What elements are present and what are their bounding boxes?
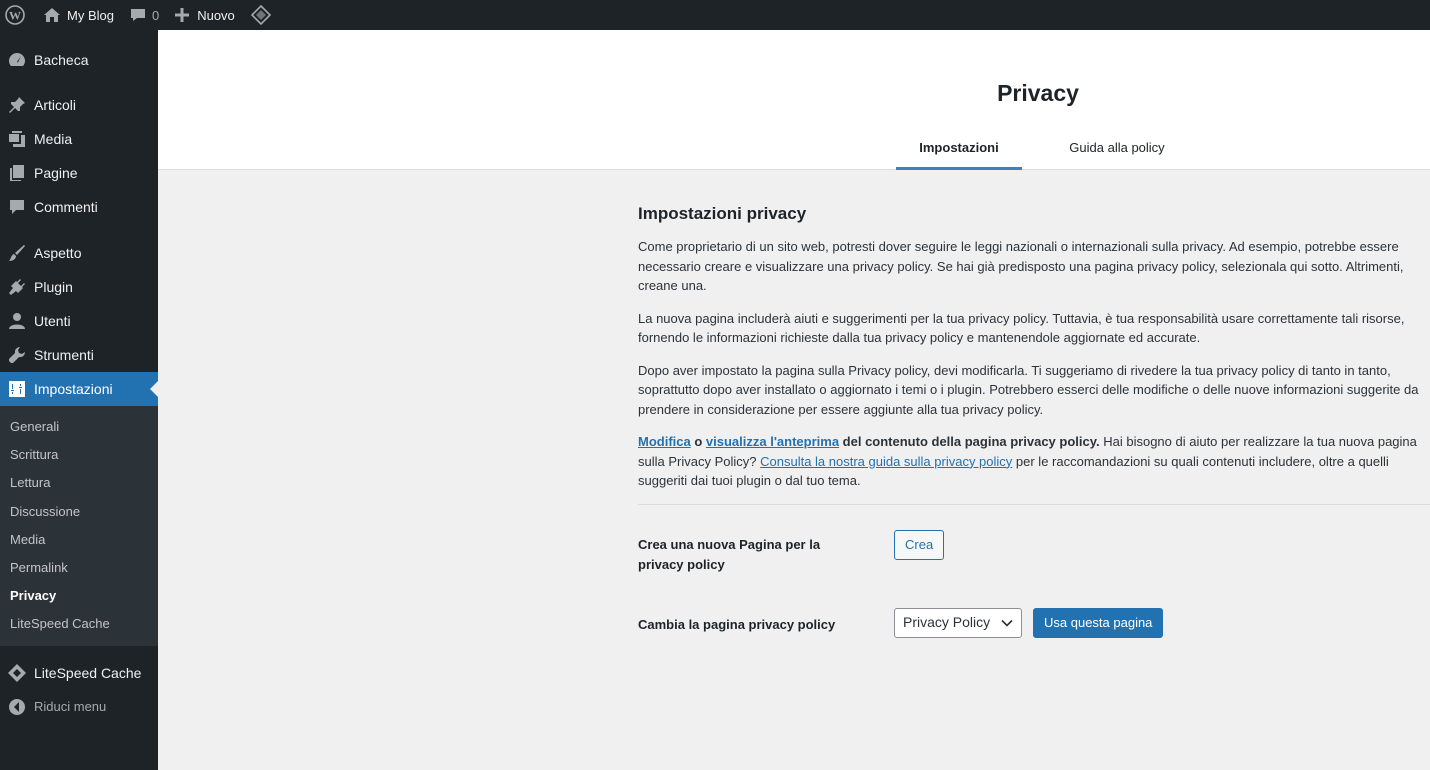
comment-icon <box>7 197 27 217</box>
litespeed-icon <box>7 663 27 683</box>
sidebar-item-impostazioni[interactable]: Impostazioni <box>0 372 158 406</box>
dashboard-icon <box>7 50 27 70</box>
site-name-link[interactable]: My Blog <box>35 0 122 30</box>
sidebar-item-utenti[interactable]: Utenti <box>0 304 158 338</box>
settings-submenu: Generali Scrittura Lettura Discussione M… <box>0 406 158 646</box>
preview-link[interactable]: visualizza l'anteprima <box>706 434 839 449</box>
pages-icon <box>7 163 27 183</box>
use-this-page-button[interactable]: Usa questa pagina <box>1033 607 1164 638</box>
sidebar-item-media[interactable]: Media <box>0 122 158 156</box>
submenu-item-lettura[interactable]: Lettura <box>0 469 158 497</box>
pin-icon <box>7 95 27 115</box>
litespeed-adminbar-icon[interactable] <box>243 0 279 30</box>
sidebar-item-plugin[interactable]: Plugin <box>0 270 158 304</box>
submenu-item-litespeed-cache[interactable]: LiteSpeed Cache <box>0 610 158 638</box>
settings-icon <box>7 379 27 399</box>
privacy-header: Privacy Impostazioni Guida alla policy <box>158 30 1430 170</box>
plus-icon <box>175 8 190 22</box>
sidebar-item-strumenti[interactable]: Strumenti <box>0 338 158 372</box>
sidebar-item-litespeed-cache[interactable]: LiteSpeed Cache <box>0 656 158 690</box>
sidebar-item-pagine[interactable]: Pagine <box>0 156 158 190</box>
help-paragraph: La nuova pagina includerà aiuti e sugger… <box>638 310 1405 346</box>
admin-bar: W My Blog 0 Nuovo <box>0 0 1430 30</box>
sidebar-item-label: Utenti <box>34 313 71 329</box>
sidebar-item-label: Plugin <box>34 279 73 295</box>
brush-icon <box>7 243 27 263</box>
submenu-item-discussione[interactable]: Discussione <box>0 498 158 526</box>
privacy-page-select[interactable]: Privacy Policy <box>894 607 1022 638</box>
submenu-item-generali[interactable]: Generali <box>0 413 158 441</box>
sidebar-item-label: Commenti <box>34 199 98 215</box>
chevron-down-icon <box>1001 619 1013 627</box>
comment-icon <box>130 9 145 21</box>
sidebar-item-label: Articoli <box>34 97 77 113</box>
wordpress-logo-icon[interactable]: W <box>0 0 35 30</box>
sidebar-item-label: Pagine <box>34 165 78 181</box>
change-page-label: Cambia la pagina privacy policy <box>638 616 836 632</box>
review-paragraph: Dopo aver impostato la pagina sulla Priv… <box>638 362 1419 417</box>
sidebar-item-label: Bacheca <box>34 52 89 68</box>
svg-text:W: W <box>9 9 21 23</box>
comments-link[interactable]: 0 <box>122 0 167 30</box>
submenu-item-permalink[interactable]: Permalink <box>0 554 158 582</box>
tab-guida-alla-policy[interactable]: Guida alla policy <box>1051 125 1183 169</box>
edit-paragraph: Modifica o visualizza l'anteprima del co… <box>638 432 1430 491</box>
submenu-item-scrittura[interactable]: Scrittura <box>0 441 158 469</box>
sidebar-item-commenti[interactable]: Commenti <box>0 190 158 224</box>
page-title: Privacy <box>997 80 1079 106</box>
change-page-row: Cambia la pagina privacy policy Privacy … <box>638 595 1430 655</box>
guide-link[interactable]: Consulta la nostra guida sulla privacy p… <box>760 454 1012 469</box>
tab-impostazioni[interactable]: Impostazioni <box>896 125 1022 170</box>
comments-count: 0 <box>151 7 160 23</box>
sidebar-item-label: Impostazioni <box>34 381 113 397</box>
collapse-menu-button[interactable]: Riduci menu <box>0 690 158 724</box>
sidebar-item-label: Strumenti <box>34 347 94 363</box>
media-icon <box>7 129 27 149</box>
wrench-icon <box>7 345 27 365</box>
sidebar-item-aspetto[interactable]: Aspetto <box>0 236 158 270</box>
sidebar-item-articoli[interactable]: Articoli <box>0 88 158 122</box>
privacy-settings-content: Impostazioni privacy Come proprietario d… <box>638 200 1430 655</box>
create-page-label: Crea una nuova Pagina per la privacy pol… <box>638 536 821 572</box>
or-text: o <box>690 434 706 449</box>
site-name: My Blog <box>67 7 114 23</box>
edit-link[interactable]: Modifica <box>638 434 691 449</box>
create-button[interactable]: Crea <box>894 529 945 560</box>
collapse-icon <box>7 697 27 717</box>
new-content-link[interactable]: Nuovo <box>167 0 243 30</box>
select-value: Privacy Policy <box>903 613 991 630</box>
sidebar-item-label: LiteSpeed Cache <box>34 664 142 681</box>
edit-paragraph-bold: del contenuto della pagina privacy polic… <box>839 434 1100 449</box>
sidebar-item-bacheca[interactable]: Bacheca <box>0 43 158 77</box>
collapse-label: Riduci menu <box>34 699 107 714</box>
admin-sidebar: Bacheca Articoli Media Pagine Commenti A… <box>0 30 158 770</box>
submenu-item-privacy[interactable]: Privacy <box>0 582 158 610</box>
user-icon <box>7 311 27 331</box>
home-icon <box>44 8 60 22</box>
sidebar-item-label: Aspetto <box>34 245 82 261</box>
new-label: Nuovo <box>197 7 235 23</box>
section-heading: Impostazioni privacy <box>638 204 807 223</box>
create-page-row: Crea una nuova Pagina per la privacy pol… <box>638 505 1430 595</box>
intro-paragraph: Come proprietario di un sito web, potres… <box>638 239 1404 293</box>
sidebar-item-label: Media <box>34 131 73 147</box>
submenu-item-media[interactable]: Media <box>0 526 158 554</box>
plugin-icon <box>7 277 27 297</box>
